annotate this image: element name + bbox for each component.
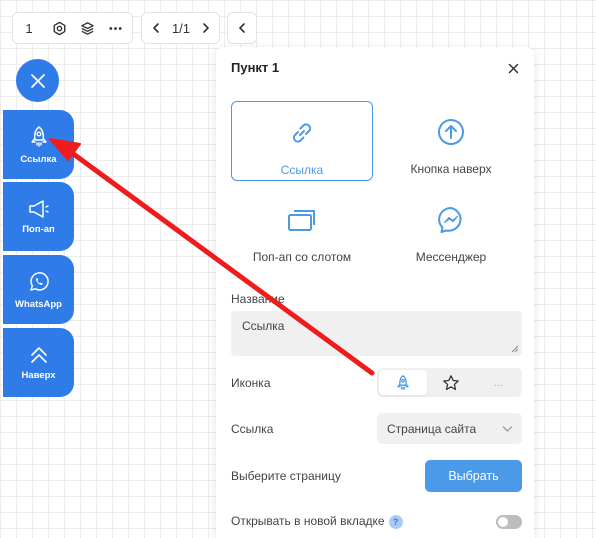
choose-page-button[interactable]: Выбрать bbox=[425, 460, 522, 492]
name-label: Название bbox=[231, 292, 285, 306]
collapse-group bbox=[227, 12, 257, 44]
prev-page-button[interactable] bbox=[142, 13, 170, 43]
chevron-down-icon bbox=[502, 425, 513, 432]
star-icon bbox=[442, 374, 459, 390]
type-card-label: Мессенджер bbox=[415, 250, 487, 264]
link-label: Ссылка bbox=[231, 422, 274, 436]
close-icon bbox=[508, 63, 518, 73]
chevron-right-icon bbox=[203, 23, 209, 33]
type-card-label: Кнопка наверх bbox=[410, 162, 492, 176]
icon-option-more[interactable]: ... bbox=[474, 370, 522, 395]
fab-close-button[interactable] bbox=[16, 59, 59, 102]
link-type-select[interactable]: Страница сайта bbox=[377, 413, 522, 444]
sidebar-button-label: WhatsApp bbox=[15, 298, 62, 310]
windows-icon bbox=[288, 210, 315, 231]
gear-icon bbox=[53, 21, 65, 35]
pager: 1/1 bbox=[141, 12, 220, 44]
more-icon bbox=[108, 26, 122, 30]
type-card-popup-slot[interactable]: Поп-ап со слотом bbox=[231, 189, 373, 269]
type-card-label: Ссылка bbox=[280, 163, 324, 177]
page-indicator: 1/1 bbox=[171, 20, 191, 36]
sidebar-button-whatsapp[interactable]: WhatsApp bbox=[3, 255, 74, 324]
toggle-knob bbox=[498, 517, 508, 527]
sidebar-button-label: Ссылка bbox=[20, 153, 57, 165]
panel-title: Пункт 1 bbox=[231, 60, 280, 75]
type-card-label: Поп-ап со слотом bbox=[252, 250, 352, 264]
item-index[interactable]: 1 bbox=[13, 13, 45, 43]
megaphone-icon bbox=[28, 199, 49, 218]
type-card-scroll-top[interactable]: Кнопка наверх bbox=[380, 101, 522, 181]
panel-close-button[interactable] bbox=[504, 59, 522, 77]
newtab-label-row: Открывать в новой вкладке? bbox=[231, 514, 403, 529]
layers-button[interactable] bbox=[73, 13, 101, 43]
whatsapp-icon bbox=[29, 271, 49, 291]
sidebar-button-label: Поп-ап bbox=[22, 223, 55, 235]
type-card-link[interactable]: Ссылка bbox=[231, 101, 373, 181]
name-input-value: Ссылка bbox=[242, 319, 285, 333]
chevron-left-icon bbox=[153, 23, 159, 33]
link-type-value: Страница сайта bbox=[387, 421, 477, 436]
icon-option-rocket[interactable] bbox=[379, 370, 427, 395]
collapse-button[interactable] bbox=[228, 13, 256, 43]
item-settings-panel: Пункт 1 Ссылка Кнопка наверх Поп-ап со с… bbox=[216, 47, 534, 538]
layers-icon bbox=[80, 21, 94, 35]
sidebar-button-link[interactable]: Ссылка bbox=[3, 110, 74, 179]
more-icons: ... bbox=[493, 376, 503, 389]
icon-label: Иконка bbox=[231, 376, 271, 390]
settings-button[interactable] bbox=[45, 13, 73, 43]
more-button[interactable] bbox=[101, 13, 129, 43]
resize-handle-icon[interactable] bbox=[511, 345, 519, 353]
newtab-toggle[interactable] bbox=[496, 515, 522, 529]
top-toolbar: 1 bbox=[12, 12, 133, 44]
help-icon[interactable]: ? bbox=[388, 514, 403, 529]
sidebar-button-top[interactable]: Наверх bbox=[3, 328, 74, 397]
chevron-left-icon bbox=[239, 23, 245, 33]
double-chevron-up-icon bbox=[30, 346, 47, 363]
next-page-button[interactable] bbox=[192, 13, 220, 43]
name-input[interactable]: Ссылка bbox=[231, 311, 522, 356]
rocket-icon bbox=[397, 374, 409, 390]
page-label: Выберите страницу bbox=[231, 469, 341, 483]
arrow-up-circle-icon bbox=[438, 119, 464, 145]
link-icon bbox=[292, 123, 312, 143]
sidebar-button-popup[interactable]: Поп-ап bbox=[3, 182, 74, 251]
rocket-icon bbox=[30, 125, 47, 147]
icon-selector: ... bbox=[377, 368, 522, 397]
close-icon bbox=[30, 73, 45, 88]
icon-option-star[interactable] bbox=[427, 370, 475, 395]
messenger-icon bbox=[438, 207, 462, 233]
type-card-messenger[interactable]: Мессенджер bbox=[380, 189, 522, 269]
newtab-label: Открывать в новой вкладке bbox=[231, 514, 385, 528]
sidebar-button-label: Наверх bbox=[21, 369, 56, 381]
